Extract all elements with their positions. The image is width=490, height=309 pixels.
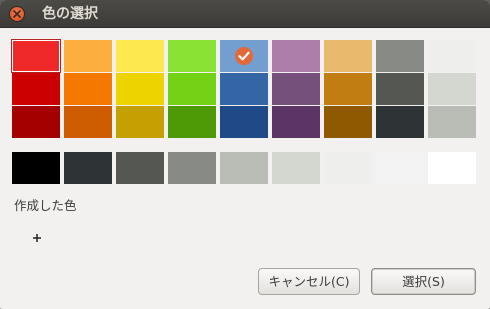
color-swatch-light-gray-dark[interactable] [428, 106, 476, 138]
color-swatch-white[interactable] [428, 152, 476, 184]
color-swatch-red-dark[interactable] [12, 106, 60, 138]
color-swatch-blue-dark[interactable] [220, 106, 268, 138]
plus-icon [33, 234, 41, 242]
checkmark-icon [235, 47, 253, 65]
color-swatch-purple-light[interactable] [272, 40, 320, 72]
color-swatch-orange[interactable] [64, 73, 112, 105]
color-swatch-very-light-gray[interactable] [376, 152, 424, 184]
color-swatch-purple-dark[interactable] [272, 106, 320, 138]
color-swatch-yellow[interactable] [116, 73, 164, 105]
color-swatch-gray[interactable] [220, 152, 268, 184]
add-custom-color-button[interactable] [28, 229, 46, 247]
color-swatch-light-gray[interactable] [428, 73, 476, 105]
color-swatch-dark-gray[interactable] [376, 73, 424, 105]
color-swatch-red-light[interactable] [11, 39, 61, 73]
color-swatch-light-gray-light[interactable] [428, 40, 476, 72]
color-swatch-dark-gray-dark[interactable] [376, 106, 424, 138]
window-title: 色の選択 [42, 6, 98, 22]
color-swatch-brown[interactable] [324, 73, 372, 105]
color-swatch-brown-dark[interactable] [324, 106, 372, 138]
color-chooser-dialog: 色の選択 作成した色 キャンセル(C) 選択(S) [0, 0, 490, 309]
color-swatch-darker-gray[interactable] [116, 152, 164, 184]
color-swatch-dark-gray[interactable] [168, 152, 216, 184]
color-swatch-blue-light[interactable] [220, 40, 268, 72]
title-bar: 色の選択 [0, 0, 490, 28]
color-swatch-dark-gray-light[interactable] [376, 40, 424, 72]
color-swatch-green-light[interactable] [168, 40, 216, 72]
color-swatch-purple[interactable] [272, 73, 320, 105]
color-swatch-blue[interactable] [220, 73, 268, 105]
color-swatch-very-dark-gray[interactable] [64, 152, 112, 184]
close-icon [13, 10, 21, 18]
cancel-button[interactable]: キャンセル(C) [258, 268, 360, 295]
close-button[interactable] [9, 6, 25, 22]
color-swatch-light-gray[interactable] [272, 152, 320, 184]
color-swatch-red[interactable] [12, 73, 60, 105]
custom-colors-label: 作成した色 [14, 198, 77, 213]
color-swatch-black[interactable] [12, 152, 60, 184]
color-swatch-orange-dark[interactable] [64, 106, 112, 138]
color-swatch-orange-light[interactable] [64, 40, 112, 72]
color-swatch-brown-light[interactable] [324, 40, 372, 72]
color-swatch-yellow-dark[interactable] [116, 106, 164, 138]
color-swatch-green[interactable] [168, 73, 216, 105]
select-button[interactable]: 選択(S) [371, 268, 476, 295]
color-swatch-yellow-light[interactable] [116, 40, 164, 72]
color-swatch-green-dark[interactable] [168, 106, 216, 138]
color-swatch-lighter-gray[interactable] [324, 152, 372, 184]
